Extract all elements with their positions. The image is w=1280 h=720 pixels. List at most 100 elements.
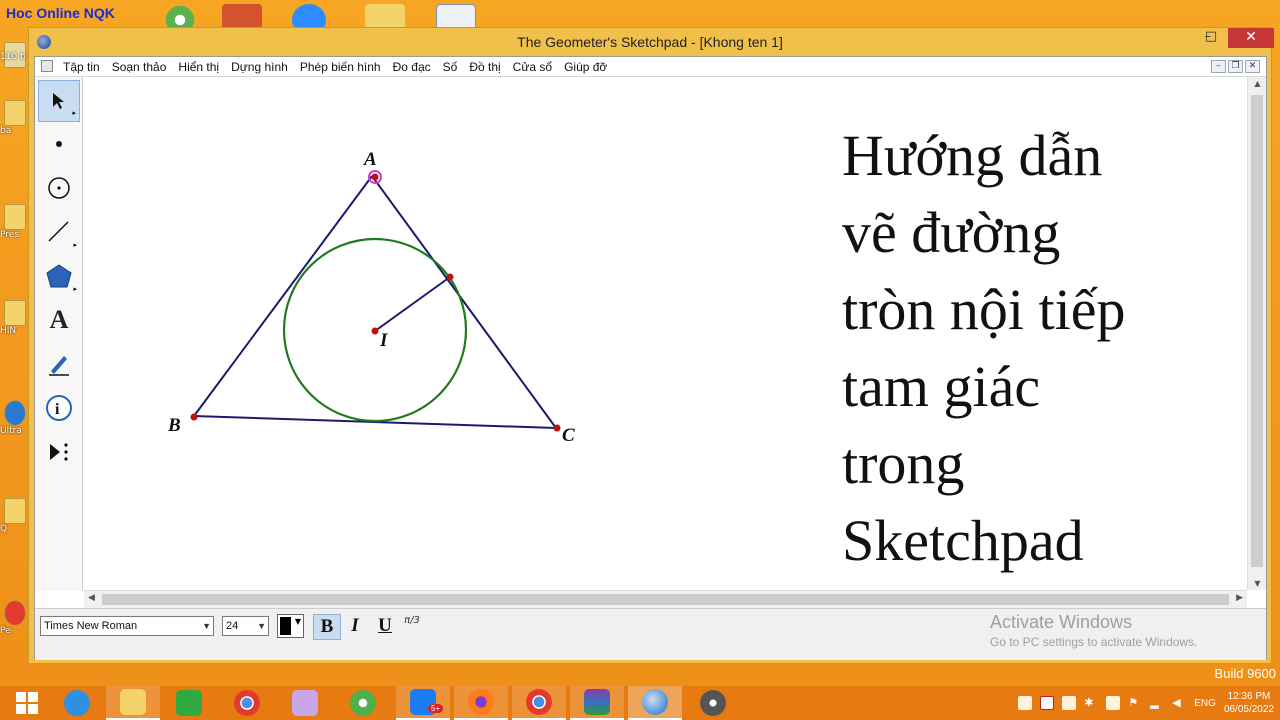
taskbar-zalo[interactable]: 5+ xyxy=(396,686,450,720)
color-swatch xyxy=(280,617,291,635)
taskbar-internet-explorer[interactable] xyxy=(50,686,104,720)
taskbar-file-explorer[interactable] xyxy=(106,686,160,720)
compass-tool[interactable] xyxy=(38,167,80,209)
straightedge-tool[interactable]: ▸ xyxy=(38,211,80,253)
taskbar-paint[interactable] xyxy=(278,686,332,720)
taskbar-winrar[interactable] xyxy=(570,686,624,720)
network-icon[interactable]: ▂ xyxy=(1150,696,1164,710)
title-caption[interactable]: Hướng dẫn vẽ đường tròn nội tiếp tam giá… xyxy=(842,117,1126,579)
taskbar-chrome[interactable] xyxy=(220,686,274,720)
start-button[interactable] xyxy=(0,686,54,720)
taskbar-store[interactable] xyxy=(162,686,216,720)
segment-ab[interactable] xyxy=(193,175,373,417)
custom-tool[interactable] xyxy=(38,431,80,473)
clock[interactable]: 12:36 PM 06/05/2022 xyxy=(1224,690,1274,716)
tray-v-icon[interactable] xyxy=(1040,696,1055,710)
taskbar-firefox[interactable] xyxy=(454,686,508,720)
information-tool[interactable]: i xyxy=(38,387,80,429)
point-a[interactable] xyxy=(371,173,379,181)
caption-line: Hướng dẫn xyxy=(842,123,1103,188)
scroll-thumb[interactable] xyxy=(1251,95,1263,567)
symbol-palette-button[interactable]: π/3 xyxy=(399,615,425,639)
point-i[interactable] xyxy=(371,327,379,335)
arrow-tool[interactable]: ▸ xyxy=(38,80,80,122)
menu-file[interactable]: Tập tin xyxy=(63,60,100,74)
menu-construct[interactable]: Dựng hình xyxy=(231,60,288,74)
polygon-tool[interactable]: ▸ xyxy=(38,255,80,297)
text-tool[interactable]: A xyxy=(38,299,80,341)
activate-title: Activate Windows xyxy=(990,612,1133,632)
taskbar-chrome-2[interactable] xyxy=(512,686,566,720)
language-indicator[interactable]: ENG xyxy=(1194,698,1216,709)
font-select[interactable]: Times New Roman ▼ xyxy=(40,616,214,636)
film-icon xyxy=(700,690,726,716)
chevron-down-icon: ▼ xyxy=(202,621,211,631)
title-bar[interactable]: The Geometer's Sketchpad - [Khong ten 1]… xyxy=(29,28,1274,56)
desktop-item-label: Q xyxy=(0,524,8,534)
font-value: Times New Roman xyxy=(44,620,138,632)
flag-icon[interactable]: ⚑ xyxy=(1128,696,1142,710)
menu-window[interactable]: Cửa sổ xyxy=(513,60,552,74)
label-c[interactable]: C xyxy=(562,425,575,447)
document-icon[interactable] xyxy=(41,60,53,72)
label-b[interactable]: B xyxy=(168,415,181,437)
sketch-canvas[interactable]: A B C I Hướng dẫn vẽ đường tròn nội tiếp… xyxy=(84,77,1247,590)
scroll-up-icon[interactable]: ▲ xyxy=(1248,79,1267,88)
label-a[interactable]: A xyxy=(364,149,377,171)
marker-tool[interactable] xyxy=(38,343,80,385)
close-button[interactable]: ✕ xyxy=(1228,28,1274,48)
taskbar-video[interactable] xyxy=(686,686,740,720)
point-b[interactable] xyxy=(190,413,198,421)
menu-edit[interactable]: Soạn thảo xyxy=(112,60,167,74)
desktop-item[interactable]: Ultra xyxy=(0,400,28,440)
scroll-down-icon[interactable]: ▼ xyxy=(1248,579,1267,588)
menu-number[interactable]: Số xyxy=(443,60,458,74)
green-swirl-icon xyxy=(350,690,376,716)
desktop-item[interactable]: Pe xyxy=(0,600,28,640)
desktop-item[interactable]: 110 b xyxy=(0,42,28,82)
taskbar-green-swirl[interactable] xyxy=(336,686,390,720)
horizontal-scrollbar[interactable]: ◀ ▶ xyxy=(84,590,1247,608)
desktop-item-label: ba xyxy=(0,126,12,136)
menu-measure[interactable]: Đo đạc xyxy=(393,60,431,74)
taskbar-sketchpad[interactable] xyxy=(628,686,682,720)
chrome-icon xyxy=(526,689,552,715)
maximize-button[interactable]: □ xyxy=(1199,28,1223,48)
doc-close-button[interactable]: ✕ xyxy=(1245,60,1260,73)
menu-bar: Tập tin Soạn thảo Hiển thị Dựng hình Phé… xyxy=(35,57,1266,77)
desktop-item[interactable]: HIN xyxy=(0,300,28,340)
menu-help[interactable]: Giúp đỡ xyxy=(564,60,607,74)
menu-transform[interactable]: Phép biến hình xyxy=(300,60,381,74)
tray-device-icon[interactable] xyxy=(1062,696,1077,710)
point-c[interactable] xyxy=(553,424,561,432)
tray-app-icon[interactable] xyxy=(1106,696,1121,710)
desktop-item[interactable]: Pres xyxy=(0,204,28,244)
volume-icon[interactable]: ◀ xyxy=(1172,696,1186,710)
doc-restore-button[interactable]: ❐ xyxy=(1228,60,1243,73)
doc-minimize-button[interactable]: – xyxy=(1211,60,1226,73)
point-tool[interactable] xyxy=(38,123,80,165)
italic-button[interactable]: I xyxy=(341,614,369,640)
bluetooth-icon[interactable]: ✱ xyxy=(1084,696,1098,710)
desktop-item[interactable]: Q xyxy=(0,498,28,538)
tangent-point[interactable] xyxy=(446,273,454,281)
underline-button[interactable]: U xyxy=(371,614,399,640)
scroll-right-icon[interactable]: ▶ xyxy=(1236,593,1243,603)
segment-ca[interactable] xyxy=(371,175,557,429)
vertical-scrollbar[interactable]: ▲ ▼ xyxy=(1247,77,1266,590)
desktop-item[interactable]: ba xyxy=(0,100,28,140)
arrow-icon xyxy=(53,93,64,109)
font-size-select[interactable]: 24 ▼ xyxy=(222,616,269,636)
tray-app-icon[interactable] xyxy=(1018,696,1033,710)
text-color-button[interactable]: ▼ xyxy=(277,614,304,638)
bold-button[interactable]: B xyxy=(313,614,341,640)
scroll-thumb[interactable] xyxy=(102,594,1229,605)
clock-date: 06/05/2022 xyxy=(1223,704,1274,715)
file-explorer-icon xyxy=(120,689,146,715)
folder-icon xyxy=(4,498,26,524)
menu-graph[interactable]: Đồ thị xyxy=(469,60,500,74)
menu-display[interactable]: Hiển thị xyxy=(178,60,219,74)
radius-segment[interactable] xyxy=(374,276,451,332)
scroll-left-icon[interactable]: ◀ xyxy=(88,593,95,603)
label-i[interactable]: I xyxy=(380,330,387,352)
